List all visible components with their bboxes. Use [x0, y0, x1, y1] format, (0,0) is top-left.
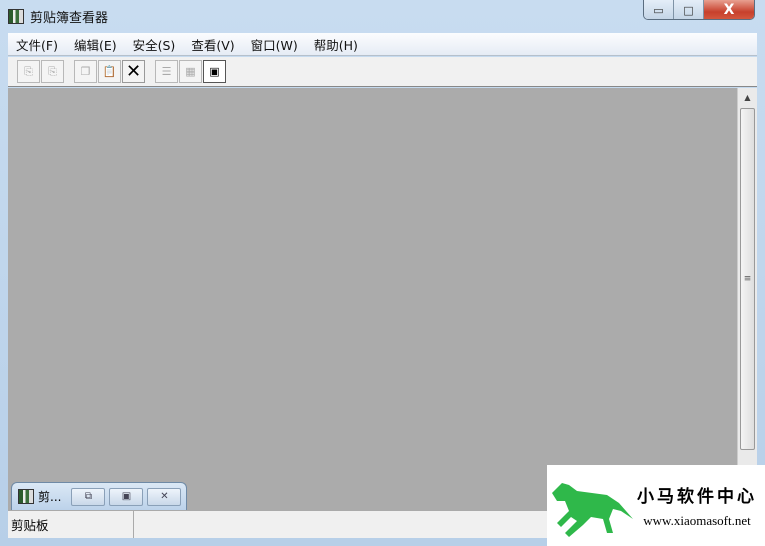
window-title: 剪贴簿查看器: [30, 10, 109, 26]
menu-bar: 文件(F) 编辑(E) 安全(S) 查看(V) 窗口(W) 帮助(H): [8, 33, 757, 56]
watermark-url: www.xiaomasoft.net: [643, 513, 751, 528]
menu-security[interactable]: 安全(S): [125, 35, 184, 54]
child-restore-button[interactable]: ⧉: [71, 487, 106, 506]
menu-view[interactable]: 查看(V): [183, 35, 242, 54]
mdi-client-area: [8, 88, 737, 510]
list-view-icon[interactable]: ☰: [155, 60, 178, 83]
delete-icon[interactable]: ✕: [122, 60, 145, 83]
child-maximize-button[interactable]: ▣: [109, 487, 144, 506]
vertical-scrollbar[interactable]: ▲ ≡: [737, 88, 757, 510]
copy-icon[interactable]: ❐: [74, 60, 97, 83]
app-icon: [8, 8, 24, 24]
minimized-child-window[interactable]: 剪... ⧉ ▣ ✕: [11, 482, 187, 510]
title-bar: 剪贴簿查看器: [8, 6, 108, 26]
menu-window[interactable]: 窗口(W): [243, 35, 306, 54]
maximize-button[interactable]: □: [674, 0, 704, 19]
toolbar: ⎘ ⎘ ❐ 📋 ✕ ☰ ▦ ▣: [8, 57, 757, 87]
menu-help[interactable]: 帮助(H): [306, 35, 366, 54]
scroll-up-icon[interactable]: ▲: [738, 88, 757, 106]
child-window-title: 剪...: [38, 490, 62, 504]
scroll-thumb[interactable]: ≡: [740, 108, 755, 450]
menu-edit[interactable]: 编辑(E): [66, 35, 125, 54]
close-button[interactable]: X: [704, 0, 754, 19]
minimize-button[interactable]: ▭: [644, 0, 674, 19]
clipboard-icon: [18, 489, 34, 504]
watermark-name: 小马软件中心: [637, 487, 757, 507]
unshare-icon[interactable]: ⎘: [41, 60, 64, 83]
horse-logo-icon: [552, 482, 633, 537]
menu-file[interactable]: 文件(F): [8, 35, 66, 54]
share-icon[interactable]: ⎘: [17, 60, 40, 83]
status-text: 剪贴板: [8, 511, 134, 538]
thumbnail-view-icon[interactable]: ▦: [179, 60, 202, 83]
page-view-icon[interactable]: ▣: [203, 60, 226, 83]
watermark-logo: 小马软件中心 www.xiaomasoft.net: [547, 465, 765, 546]
caption-buttons: ▭ □ X: [643, 0, 755, 20]
paste-icon[interactable]: 📋: [98, 60, 121, 83]
child-close-button[interactable]: ✕: [147, 487, 182, 506]
